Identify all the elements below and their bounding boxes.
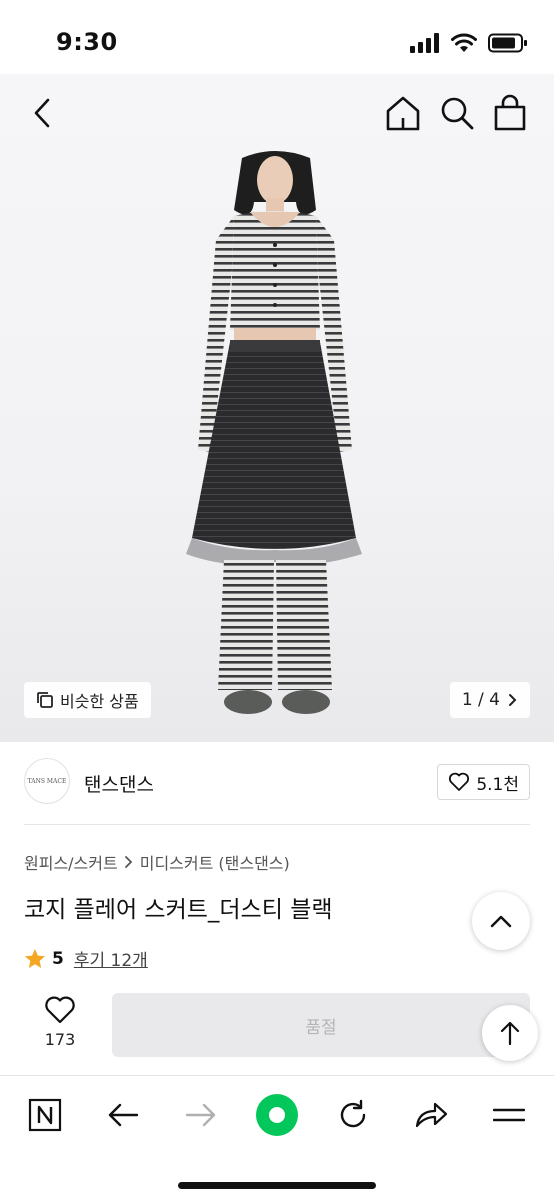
similar-products-button[interactable]: 비슷한 상품 [24, 682, 151, 718]
back-arrow-icon[interactable] [100, 1092, 146, 1138]
collapse-button[interactable] [472, 892, 530, 950]
brand-name[interactable]: 탠스댄스 [84, 770, 154, 797]
status-icons [410, 33, 528, 53]
browser-toolbar [0, 1075, 554, 1200]
brand-logo[interactable]: TANS MACE [24, 758, 70, 804]
sold-out-button[interactable]: 품절 [112, 993, 530, 1057]
naver-logo [28, 1098, 62, 1132]
search-icon[interactable] [438, 94, 476, 132]
refresh-icon[interactable] [330, 1092, 376, 1138]
brand-like-button[interactable]: 5.1천 [437, 764, 530, 800]
home-icon[interactable] [384, 94, 422, 132]
image-page-counter[interactable]: 1 / 4 [449, 682, 530, 718]
page-indicator-text: 1 / 4 [461, 690, 500, 710]
chevron-right-icon [124, 856, 132, 868]
breadcrumb-item-category[interactable]: 원피스/스커트 [24, 850, 118, 874]
menu-icon[interactable] [486, 1092, 532, 1138]
product-image [186, 151, 362, 714]
rating-score: 5 [52, 948, 64, 969]
chevron-right-icon [509, 694, 517, 706]
status-bar: 9:30 [0, 0, 554, 74]
battery-icon [488, 33, 527, 53]
scroll-to-top-button[interactable] [482, 1005, 538, 1061]
rating-row: 5 후기 12개 [24, 946, 148, 971]
share-arrow-glyph [415, 1102, 448, 1128]
heart-icon [449, 772, 470, 791]
breadcrumb-item-subcategory[interactable]: 미디스커트 (탠스댄스) [140, 850, 290, 874]
wishlist-button[interactable]: 173 [34, 996, 86, 1049]
product-image-carousel[interactable]: 비슷한 상품 1 / 4 [0, 74, 554, 742]
hamburger-glyph [493, 1108, 525, 1122]
refresh-glyph [340, 1099, 366, 1128]
review-link[interactable]: 후기 12개 [74, 946, 148, 971]
breadcrumb[interactable]: 원피스/스커트 미디스커트 (탠스댄스) [24, 850, 290, 874]
arrow-left-glyph [108, 1103, 139, 1127]
brand-like-count: 5.1천 [476, 774, 519, 795]
copy-icon [37, 692, 53, 708]
green-circle-glyph [256, 1094, 298, 1136]
product-title: 코지 플레어 스커트_더스티 블랙 [24, 897, 333, 923]
heart-icon [45, 996, 75, 1024]
signal-icon [410, 33, 439, 53]
naver-n-icon[interactable] [22, 1092, 68, 1138]
star-icon [25, 948, 45, 968]
brand-row[interactable]: TANS MACE 탠스댄스 5.1천 [0, 742, 554, 824]
wishlist-count: 173 [44, 1030, 76, 1049]
share-icon[interactable] [408, 1092, 454, 1138]
shopping-bag-icon[interactable] [492, 94, 528, 132]
home-indicator [178, 1182, 376, 1189]
divider [24, 824, 530, 825]
arrow-right-glyph [185, 1103, 216, 1127]
wifi-icon [451, 33, 477, 52]
chevron-up-icon [490, 915, 512, 928]
back-button[interactable] [26, 96, 60, 130]
status-time: 9:30 [56, 28, 118, 56]
green-circle-icon[interactable] [254, 1092, 300, 1138]
similar-products-label: 비슷한 상품 [60, 692, 139, 711]
arrow-up-icon [500, 1021, 520, 1046]
forward-arrow-icon[interactable] [178, 1092, 224, 1138]
